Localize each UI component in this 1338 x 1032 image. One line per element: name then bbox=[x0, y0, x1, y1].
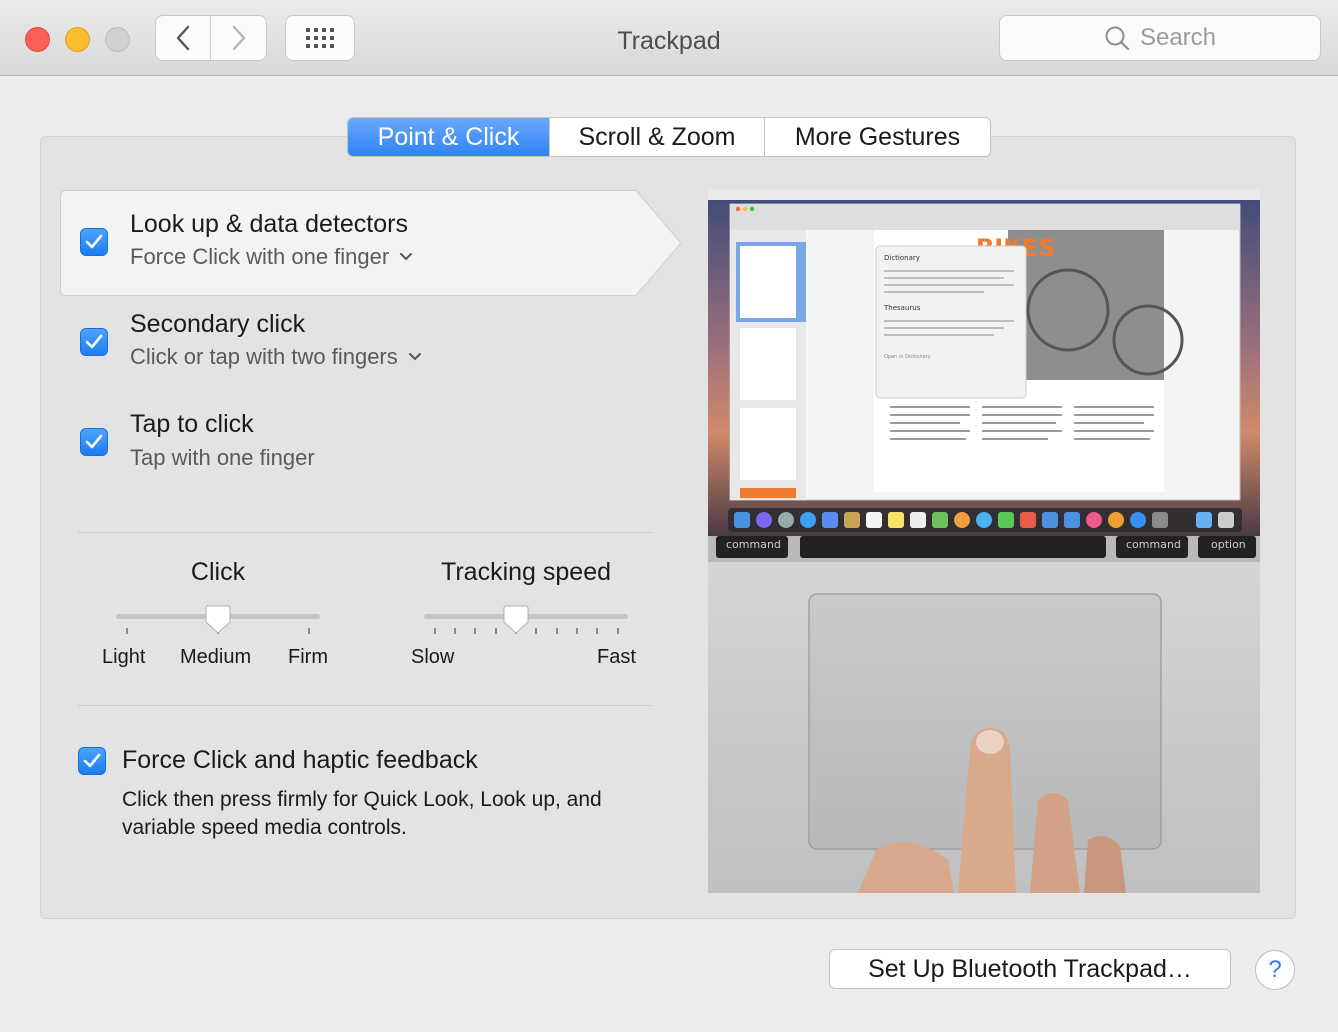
tab-bar: Point & Click Scroll & Zoom More Gesture… bbox=[347, 117, 991, 157]
help-button[interactable]: ? bbox=[1255, 950, 1295, 990]
checkmark-icon bbox=[85, 434, 103, 449]
tracking-slow-label: Slow bbox=[411, 646, 455, 668]
force-click-checkbox[interactable] bbox=[78, 747, 106, 775]
secondary-click-checkbox[interactable] bbox=[80, 328, 108, 356]
tracking-slider-label: Tracking speed bbox=[441, 558, 611, 586]
tap-to-click-subtitle: Tap with one finger bbox=[130, 445, 315, 470]
slider-tick bbox=[556, 628, 558, 634]
svg-text:Thesaurus: Thesaurus bbox=[883, 304, 921, 312]
search-field[interactable]: Search bbox=[999, 15, 1321, 61]
chevron-down-icon bbox=[400, 253, 413, 261]
tab-point-and-click[interactable]: Point & Click bbox=[348, 118, 550, 156]
click-slider-label: Click bbox=[190, 558, 246, 586]
slider-tick bbox=[454, 628, 456, 634]
slider-tick bbox=[576, 628, 578, 634]
chevron-down-icon bbox=[408, 353, 421, 361]
tap-to-click-checkbox[interactable] bbox=[80, 428, 108, 456]
lookup-subtitle: Force Click with one finger bbox=[130, 244, 390, 269]
slider-tick bbox=[434, 628, 436, 634]
svg-text:command: command bbox=[1126, 538, 1181, 551]
slider-tick bbox=[495, 628, 497, 634]
tracking-fast-label: Fast bbox=[597, 646, 636, 668]
svg-text:command: command bbox=[726, 538, 781, 551]
tab-scroll-and-zoom[interactable]: Scroll & Zoom bbox=[550, 118, 765, 156]
lookup-menu[interactable]: Force Click with one finger bbox=[130, 244, 413, 270]
click-light-label: Light bbox=[102, 646, 146, 668]
search-placeholder[interactable]: Search bbox=[1140, 24, 1216, 52]
slider-tick bbox=[617, 628, 619, 634]
svg-text:Open in Dictionary: Open in Dictionary bbox=[884, 354, 931, 360]
selected-option-highlight bbox=[60, 190, 682, 296]
svg-text:Dictionary: Dictionary bbox=[884, 254, 920, 262]
search-icon bbox=[1105, 26, 1130, 51]
click-slider-thumb[interactable] bbox=[205, 605, 231, 635]
preview-illustration: BIKES Dictionary Thesaurus Open in Dicti… bbox=[708, 190, 1260, 893]
title-bar: Trackpad Search bbox=[0, 0, 1338, 76]
click-medium-label: Medium bbox=[180, 646, 252, 668]
tab-more-gestures[interactable]: More Gestures bbox=[765, 118, 990, 156]
secondary-click-menu[interactable]: Click or tap with two fingers bbox=[130, 344, 422, 370]
slider-tick bbox=[535, 628, 537, 634]
secondary-click-title: Secondary click bbox=[130, 310, 306, 338]
secondary-click-subtitle: Click or tap with two fingers bbox=[130, 344, 398, 369]
gesture-preview-video: BIKES Dictionary Thesaurus Open in Dicti… bbox=[708, 190, 1260, 893]
checkmark-icon bbox=[85, 334, 103, 349]
checkmark-icon bbox=[83, 753, 101, 768]
lookup-checkbox[interactable] bbox=[80, 228, 108, 256]
lookup-title: Look up & data detectors bbox=[130, 210, 408, 238]
slider-tick bbox=[596, 628, 598, 634]
slider-tick bbox=[474, 628, 476, 634]
force-click-title: Force Click and haptic feedback bbox=[122, 746, 478, 774]
setup-bluetooth-trackpad-button[interactable]: Set Up Bluetooth Trackpad… bbox=[829, 949, 1231, 989]
tracking-slider-thumb[interactable] bbox=[503, 605, 529, 635]
slider-tick bbox=[126, 628, 128, 634]
divider bbox=[78, 532, 652, 533]
divider bbox=[78, 705, 652, 706]
slider-tick bbox=[308, 628, 310, 634]
svg-text:option: option bbox=[1211, 538, 1246, 551]
checkmark-icon bbox=[85, 234, 103, 249]
click-firm-label: Firm bbox=[288, 646, 328, 668]
tap-to-click-title: Tap to click bbox=[130, 410, 254, 438]
force-click-description: Click then press firmly for Quick Look, … bbox=[122, 788, 602, 839]
